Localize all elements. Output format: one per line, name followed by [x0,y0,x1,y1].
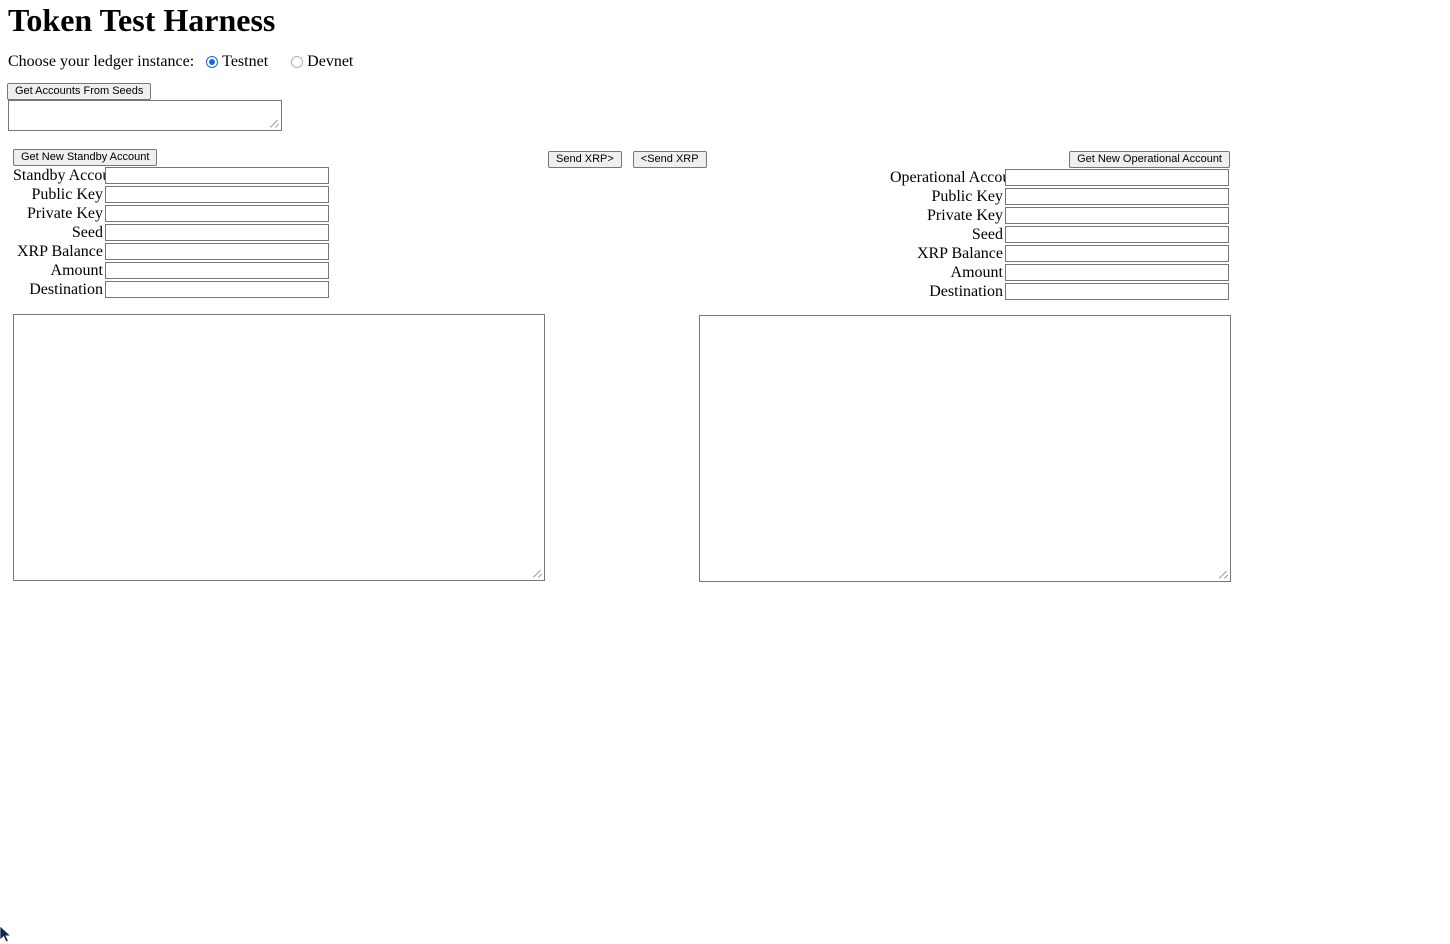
operational-account-panel: Get New Operational Account Operational … [890,151,1230,301]
standby-field-account: Standby Account [13,166,329,185]
operational-field-private-key: Private Key [890,206,1230,225]
standby-field-private-key: Private Key [13,204,329,223]
standby-results-textarea[interactable] [13,314,545,581]
mouse-cursor-icon [0,926,14,944]
standby-amount-label: Amount [50,262,103,279]
operational-button-row: Get New Operational Account [890,151,1230,168]
standby-xrp-balance-input[interactable] [105,243,329,260]
standby-amount-input[interactable] [105,262,329,279]
standby-account-label: Standby Account [13,167,123,184]
get-accounts-from-seeds-button[interactable]: Get Accounts From Seeds [7,83,152,100]
standby-public-key-label: Public Key [31,186,103,203]
operational-xrp-balance-input[interactable] [1005,245,1229,262]
standby-seed-label: Seed [71,224,103,241]
operational-seed-input[interactable] [1005,226,1229,243]
standby-xrp-balance-label: XRP Balance [16,243,103,260]
get-new-operational-account-button[interactable]: Get New Operational Account [1069,151,1230,168]
operational-destination-input[interactable] [1005,283,1229,300]
operational-public-key-label: Public Key [931,188,1003,205]
transfer-button-group: Send XRP> <Send XRP [548,151,707,168]
standby-field-xrp-balance: XRP Balance [13,242,329,261]
operational-seed-label: Seed [971,226,1003,243]
ledger-instance-chooser: Choose your ledger instance: Testnet Dev… [8,52,376,71]
standby-field-seed: Seed [13,223,329,242]
standby-button-row: Get New Standby Account [13,149,329,166]
operational-field-account: Operational Account [890,168,1230,187]
operational-results-textarea[interactable] [699,315,1231,582]
operational-xrp-balance-label: XRP Balance [916,245,1003,262]
standby-private-key-input[interactable] [105,205,329,222]
seeds-textarea[interactable] [8,100,282,131]
operational-account-label: Operational Account [890,169,1023,186]
operational-private-key-input[interactable] [1005,207,1229,224]
radio-testnet-indicator-icon[interactable] [206,55,219,68]
standby-field-public-key: Public Key [13,185,329,204]
get-new-standby-account-button[interactable]: Get New Standby Account [13,149,158,166]
operational-field-xrp-balance: XRP Balance [890,244,1230,263]
standby-destination-label: Destination [29,281,103,298]
operational-account-input[interactable] [1005,169,1229,186]
radio-option-devnet[interactable]: Devnet [291,52,353,71]
standby-field-destination: Destination [13,280,329,299]
operational-amount-input[interactable] [1005,264,1229,281]
operational-amount-label: Amount [950,264,1003,281]
operational-field-amount: Amount [890,263,1230,282]
standby-seed-input[interactable] [105,224,329,241]
page-title: Token Test Harness [8,2,276,38]
operational-field-destination: Destination [890,282,1230,301]
operational-private-key-label: Private Key [927,207,1003,224]
send-xrp-to-standby-button[interactable]: <Send XRP [632,151,707,168]
standby-account-input[interactable] [105,167,329,184]
radio-testnet-label: Testnet [222,53,269,70]
radio-devnet-indicator-icon[interactable] [291,55,304,68]
operational-destination-label: Destination [929,283,1003,300]
operational-field-seed: Seed [890,225,1230,244]
operational-public-key-input[interactable] [1005,188,1229,205]
send-xrp-to-operational-button[interactable]: Send XRP> [548,151,622,168]
operational-field-public-key: Public Key [890,187,1230,206]
standby-account-panel: Get New Standby Account Standby Account … [13,149,329,299]
ledger-instance-label: Choose your ledger instance: [8,53,195,70]
radio-option-testnet[interactable]: Testnet [206,52,268,71]
standby-private-key-label: Private Key [27,205,103,222]
standby-destination-input[interactable] [105,281,329,298]
radio-devnet-label: Devnet [307,53,354,70]
standby-field-amount: Amount [13,261,329,280]
standby-public-key-input[interactable] [105,186,329,203]
